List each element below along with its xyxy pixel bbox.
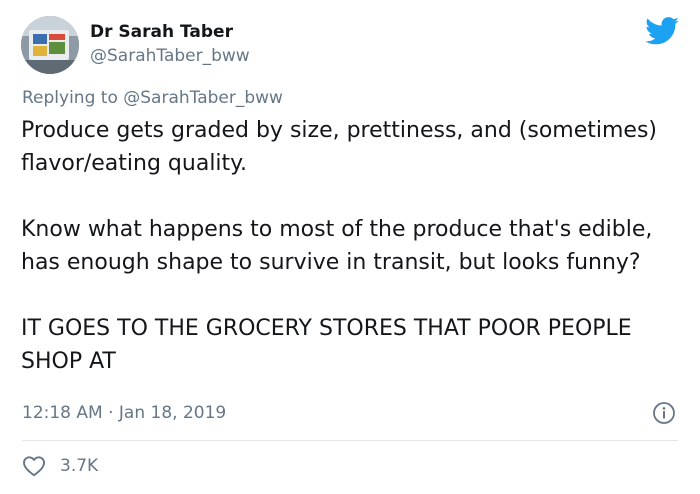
divider bbox=[22, 440, 678, 441]
tweet-timestamp[interactable]: 12:18 AM · Jan 18, 2019 bbox=[22, 403, 226, 423]
author-display-name[interactable]: Dr Sarah Taber bbox=[90, 22, 233, 42]
tweet-card: Dr Sarah Taber @SarahTaber_bww Replying … bbox=[0, 0, 700, 494]
info-icon[interactable] bbox=[652, 401, 676, 425]
tweet-paragraph: Know what happens to most of the produce… bbox=[21, 217, 653, 275]
tweet-text: Produce gets graded by size, prettiness,… bbox=[21, 114, 681, 378]
replying-to: Replying to @SarahTaber_bww bbox=[22, 88, 283, 108]
tweet-paragraph: Produce gets graded by size, prettiness,… bbox=[21, 118, 658, 176]
twitter-bird-icon[interactable] bbox=[645, 17, 679, 45]
heart-icon bbox=[23, 456, 45, 477]
author-handle[interactable]: @SarahTaber_bww bbox=[90, 46, 250, 66]
replying-prefix: Replying to bbox=[22, 88, 118, 108]
reply-mention-link[interactable]: @SarahTaber_bww bbox=[123, 88, 283, 108]
like-button[interactable]: 3.7K bbox=[22, 455, 98, 477]
like-count: 3.7K bbox=[60, 456, 99, 476]
tweet-paragraph: IT GOES TO THE GROCERY STORES THAT POOR … bbox=[21, 316, 632, 374]
avatar[interactable] bbox=[21, 16, 79, 74]
